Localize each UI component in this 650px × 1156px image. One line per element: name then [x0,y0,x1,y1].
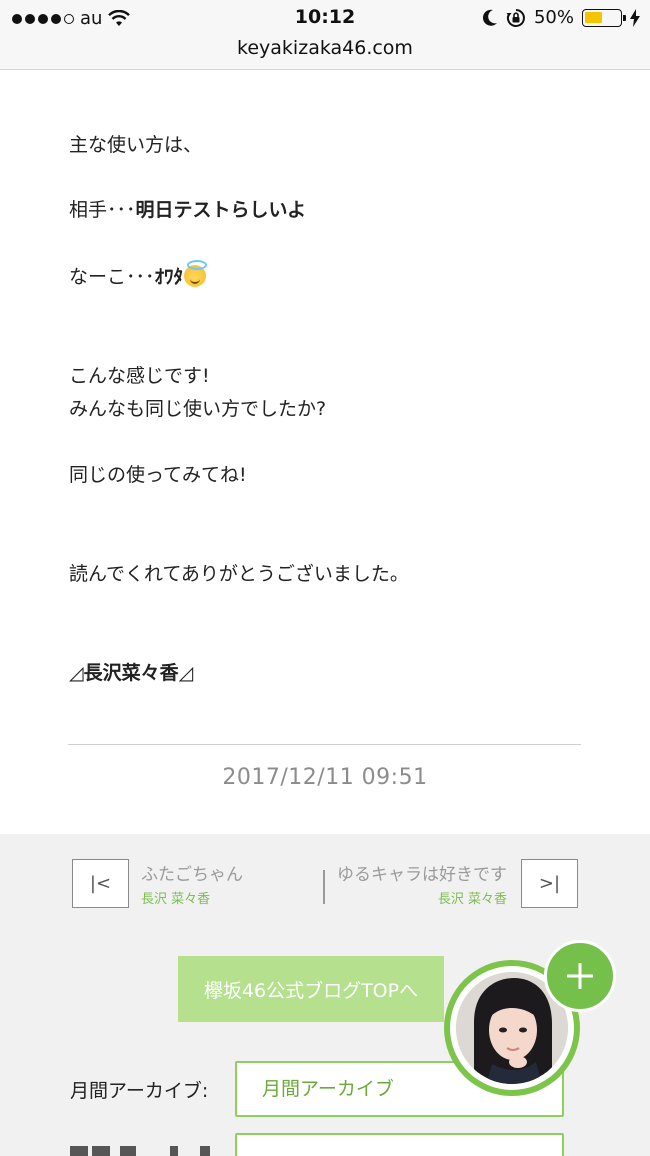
charging-bolt-icon [630,8,640,27]
blog-top-button-label: 欅坂46公式ブログTOPへ [203,979,419,1002]
post-text: 同じの使ってみてね! [69,464,247,486]
status-bar: au 10:12 50% [0,0,650,36]
post-date: 2017/12/11 09:51 [222,765,428,790]
post-text: 主な使い方は、 [69,134,203,156]
status-right: 50% [482,7,640,28]
prev-post-title[interactable]: ふたごちゃん [141,860,243,885]
url-text: keyakizaka46.com [237,37,413,59]
archive-label: 月間アーカイブ: [70,1080,209,1102]
post-text: 相手･･･ [69,199,136,221]
post-text: 読んでくれてありがとうございました。 [69,563,409,585]
address-bar[interactable]: keyakizaka46.com [0,36,650,70]
moon-icon [482,9,497,26]
next-post-title[interactable]: ゆるキャラは好きです [337,860,507,885]
prev-post-author: 長沢 菜々香 [141,892,211,907]
blog-top-button[interactable]: 欅坂46公式ブログTOPへ [178,956,444,1022]
second-archive-select[interactable] [235,1133,564,1156]
post-signature: ◿長沢菜々香◿ [69,662,194,684]
battery-icon [582,8,626,27]
post-text-bold: ｵﾜﾀ [154,266,184,288]
nav-separator [323,870,325,904]
post-text-bold: 明日テストらしいよ [135,199,307,221]
prev-post-button[interactable]: |< [72,859,129,908]
post-line: みんなも同じ使い方でしたか? [69,393,326,425]
archive-select-value: 月間アーカイブ [262,1078,394,1100]
post-text: なーこ･･･ [69,266,155,288]
next-post-author: 長沢 菜々香 [437,892,507,907]
second-archive-label [70,1146,220,1156]
next-icon: >| [538,873,561,894]
post-text: こんな感じです! [69,365,210,387]
post-text: みんなも同じ使い方でしたか? [69,398,327,420]
battery-percent: 50% [533,7,574,28]
post-line: こんな感じです! [69,360,210,392]
post-line: 読んでくれてありがとうございました。 [69,558,409,590]
post-line: なーこ･･･ｵﾜﾀ [69,260,208,293]
smiling-face-with-halo-icon [184,260,208,287]
plus-icon [567,963,593,989]
post-line: 主な使い方は、 [69,129,202,161]
next-post-button[interactable]: >| [521,859,578,908]
prev-icon: |< [89,873,112,894]
plus-button[interactable] [544,940,616,1012]
post-line: 同じの使ってみてね! [69,459,247,491]
post-line: 相手･･･明日テストらしいよ [69,194,306,226]
rotation-lock-icon [506,8,525,27]
post-divider [68,744,581,745]
